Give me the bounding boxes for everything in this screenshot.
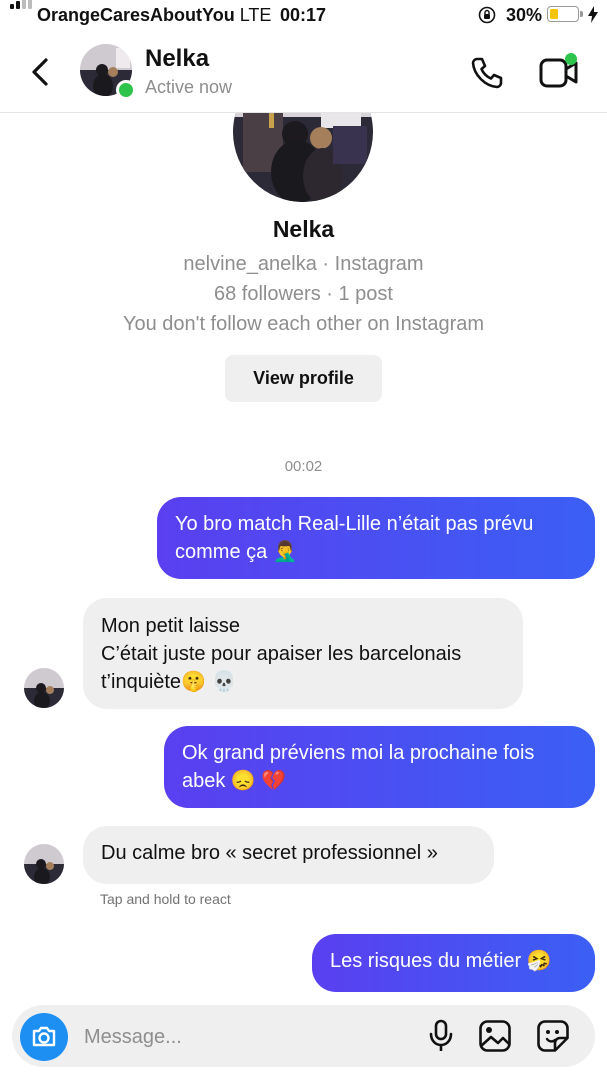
clock: 00:17 <box>280 5 327 25</box>
carrier-label: OrangeCaresAboutYou LTE <box>37 5 272 25</box>
battery-icon <box>547 6 583 22</box>
sender-avatar[interactable] <box>24 668 64 708</box>
sticker-icon[interactable] <box>536 1019 570 1053</box>
status-bar: OrangeCaresAboutYou LTE 00:17 30% <box>0 0 607 32</box>
gallery-icon[interactable] <box>478 1019 512 1053</box>
message-composer <box>12 1005 595 1067</box>
charging-bolt-icon <box>588 6 598 23</box>
camera-icon <box>32 1026 56 1047</box>
message-line: Mon petit laisse <box>101 615 240 637</box>
battery-percent: 30% <box>506 5 543 25</box>
message-bubble-incoming[interactable]: Du calme bro « secret professionnel » <box>83 826 494 884</box>
contact-name[interactable]: Nelka <box>145 45 209 73</box>
profile-handle: nelvine_anelka · Instagram <box>183 253 424 275</box>
profile-name: Nelka <box>272 216 335 242</box>
camera-button[interactable] <box>20 1013 68 1061</box>
message-bubble-outgoing[interactable]: Yo bro match Real-Lille n’était pas prév… <box>157 497 595 579</box>
microphone-icon[interactable] <box>426 1019 456 1053</box>
battery-fill <box>550 9 558 19</box>
follow-status: You don't follow each other on Instagram <box>122 313 485 335</box>
activity-status: Active now <box>145 77 233 97</box>
react-hint: Tap and hold to react <box>100 891 231 907</box>
message-timestamp: 00:02 <box>284 458 323 475</box>
orientation-lock-icon <box>478 6 496 24</box>
view-profile-button[interactable]: View profile <box>225 355 382 402</box>
message-bubble-outgoing[interactable]: Ok grand préviens moi la prochaine fois … <box>164 726 595 808</box>
back-chevron-icon <box>32 58 48 86</box>
video-call-icon[interactable] <box>538 52 582 92</box>
back-button[interactable] <box>26 52 56 92</box>
online-indicator <box>116 80 136 100</box>
sender-avatar[interactable] <box>24 844 64 884</box>
message-bubble-incoming[interactable]: Mon petit laisse C’était juste pour apai… <box>83 598 523 709</box>
network-label: LTE <box>239 5 272 25</box>
message-input[interactable] <box>82 1021 406 1053</box>
message-bubble-outgoing[interactable]: Les risques du métier 🤧 <box>312 934 595 992</box>
message-line: t’inquiète🤫 💀 <box>101 671 237 693</box>
profile-stats: 68 followers · 1 post <box>214 283 393 305</box>
chat-header: Nelka Active now <box>0 32 607 113</box>
phone-icon[interactable] <box>468 54 506 92</box>
message-line: C’était juste pour apaiser les barcelona… <box>101 643 462 665</box>
